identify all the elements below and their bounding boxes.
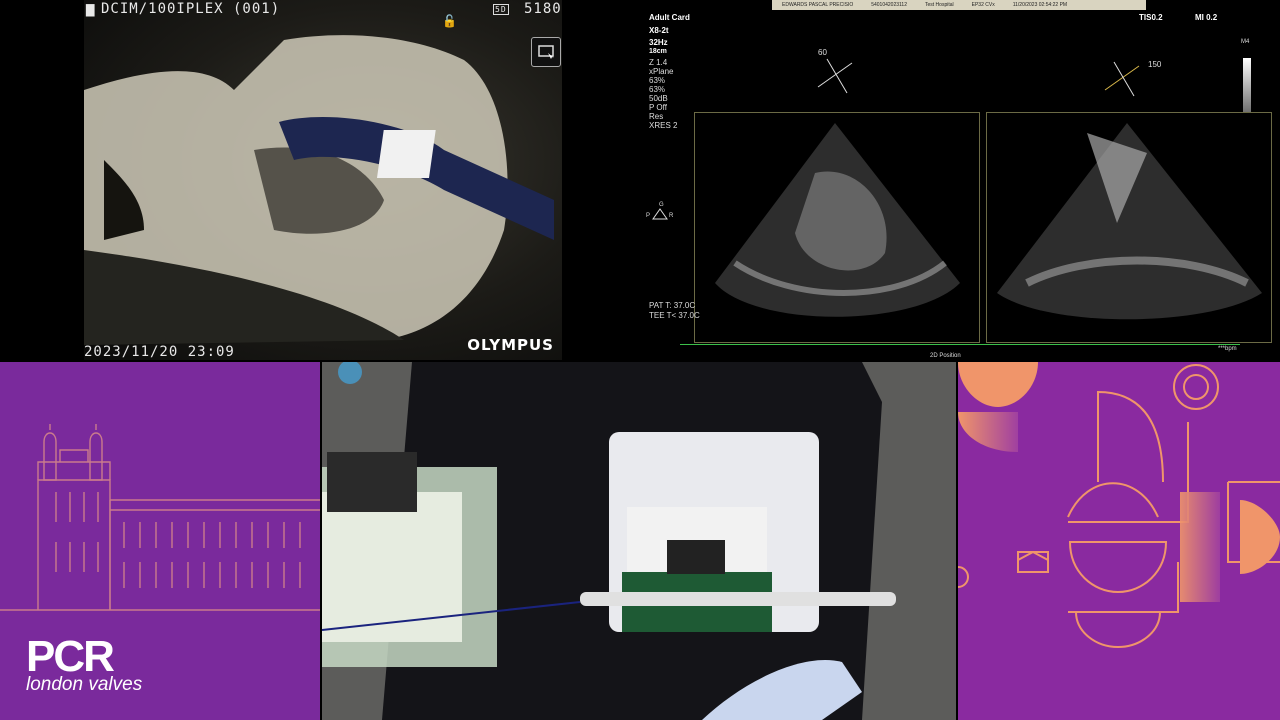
decorative-panel <box>958 362 1280 720</box>
timestamp: 2023/11/20 23:09 <box>84 344 235 360</box>
branding-panel: PCR london valves <box>0 362 320 720</box>
patient-info-bar: EDWARDS PASCAL PRECISIO 5401042023112 Te… <box>772 0 1146 10</box>
capture-icon[interactable] <box>531 37 561 67</box>
param: P Off <box>649 103 667 112</box>
table-camera-panel <box>322 362 956 720</box>
badge: 5D <box>493 4 509 15</box>
heart-rate: ***bpm <box>1218 346 1237 352</box>
scale-label: M4 <box>1241 39 1250 45</box>
topbar-item: 5401042023112 <box>871 2 907 8</box>
tee-temp: TEE T< 37.0C <box>649 311 700 320</box>
xplane-left-icon <box>817 58 853 94</box>
tis-value: TIS0.2 <box>1139 13 1163 22</box>
top-right-code: 5180 <box>524 1 562 17</box>
topbar-item: EP32 CVx <box>971 2 995 8</box>
orient-left: P <box>646 213 651 219</box>
brand-logo: OLYMPUS <box>467 336 554 354</box>
patient-temp: PAT T: 37.0C <box>649 301 696 310</box>
orient-right: R <box>669 213 674 219</box>
probe-label: X8-2t <box>649 26 669 35</box>
echo-image-left <box>715 123 960 317</box>
param: 63% <box>649 85 666 94</box>
scan-params: Z 1.4 xPlane 63% 63% 50dB P Off Res XRES… <box>649 58 677 130</box>
param: xPlane <box>649 67 674 76</box>
echo-sector-right <box>986 112 1272 343</box>
xplane-right-icon <box>1104 61 1140 97</box>
echo-image-right <box>997 123 1262 320</box>
endoscope-video-panel: ▆ DCIM/100IPLEX (001) 🔓 5D 5180 2023/11/… <box>0 0 638 360</box>
echo-panel: EDWARDS PASCAL PRECISIO 5401042023112 Te… <box>640 0 1280 360</box>
preset-label: Adult Card <box>649 13 690 22</box>
topbar-item: Test Hospital <box>925 2 954 8</box>
topbar-item: 11/20/2023 02:54:22 PM <box>1012 2 1068 8</box>
lock-icon: 🔓 <box>442 14 458 28</box>
param: Res <box>649 112 664 121</box>
endoscope-image <box>84 35 554 345</box>
depth: 18cm <box>649 48 667 55</box>
bottom-label: 2D Position <box>930 353 961 359</box>
orientation-marker-icon <box>652 208 668 220</box>
mi-value: MI 0.2 <box>1195 13 1218 22</box>
folder-icon: ▆ <box>86 1 96 17</box>
angle-right: 150 <box>1148 60 1162 69</box>
topbar-item: EDWARDS PASCAL PRECISIO <box>782 2 854 8</box>
table-camera-image <box>322 362 956 720</box>
ecg-trace <box>680 344 1240 345</box>
endoscope-scene <box>84 0 562 360</box>
param: XRES 2 <box>649 121 678 130</box>
folder-path: DCIM/100IPLEX (001) <box>101 1 281 17</box>
param: Z 1.4 <box>649 58 668 67</box>
echo-sector-left <box>694 112 980 343</box>
event-subtitle: london valves <box>26 674 143 695</box>
geometric-pattern-illustration <box>958 362 1280 649</box>
param: 63% <box>649 76 666 85</box>
param: 50dB <box>649 94 668 103</box>
frame-rate: 32Hz <box>649 38 668 47</box>
